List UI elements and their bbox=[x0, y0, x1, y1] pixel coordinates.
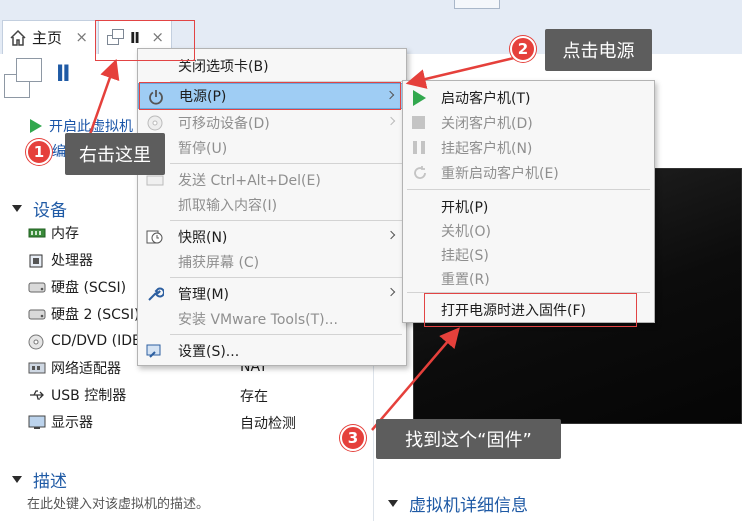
arrow-step1 bbox=[86, 58, 120, 141]
badge-step3: 3 bbox=[340, 425, 366, 451]
callout-step2: 点击电源 bbox=[545, 29, 652, 71]
callout-step3: 找到这个“固件” bbox=[376, 419, 561, 459]
callout-step1: 右击这里 bbox=[65, 133, 165, 175]
arrow-step3 bbox=[371, 327, 460, 431]
annotation-arrows bbox=[86, 56, 515, 431]
arrow-step2 bbox=[405, 56, 515, 89]
badge-step1: 1 bbox=[26, 139, 52, 165]
badge-step2: 2 bbox=[510, 36, 536, 62]
